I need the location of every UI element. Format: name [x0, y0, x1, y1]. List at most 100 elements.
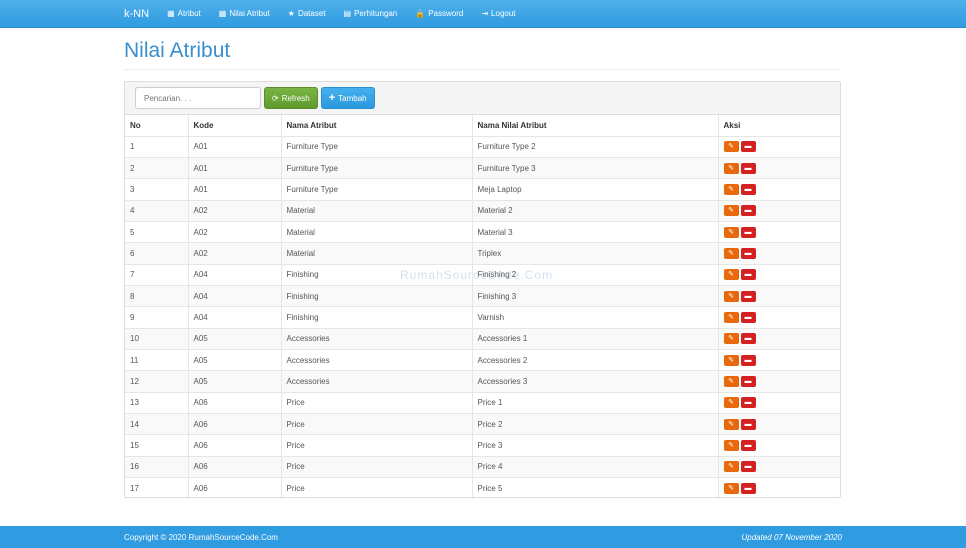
table-cell: 15: [125, 434, 188, 457]
edit-button[interactable]: ✎: [723, 461, 739, 473]
table-cell: Material 3: [471, 220, 718, 243]
edit-button[interactable]: ✎: [723, 226, 739, 238]
table-cell: A01: [187, 156, 281, 179]
delete-button[interactable]: ▬: [740, 162, 756, 174]
delete-button[interactable]: ▬: [740, 482, 756, 494]
column-header: Kode: [187, 115, 281, 136]
delete-button[interactable]: ▬: [740, 418, 756, 430]
table-cell: Furniture Type 2: [471, 135, 718, 158]
table-cell: 14: [125, 412, 188, 435]
table-row: 16 A06 Price Price 4 ✎ ▬: [125, 455, 840, 478]
table-cell: A06: [187, 391, 281, 414]
delete-button[interactable]: ▬: [740, 247, 756, 259]
table-cell: 4: [125, 199, 188, 222]
actions-cell: ✎ ▬: [717, 412, 840, 435]
edit-button[interactable]: ✎: [723, 183, 739, 195]
table-cell: A05: [187, 370, 281, 393]
edit-button[interactable]: ✎: [723, 333, 739, 345]
edit-icon: ✎: [728, 228, 734, 236]
edit-icon: ✎: [728, 399, 734, 407]
table-cell: 13: [125, 391, 188, 414]
nav-item-password[interactable]: 🔒 Password: [415, 9, 463, 18]
edit-icon: ✎: [728, 271, 734, 279]
actions-cell: ✎ ▬: [717, 476, 840, 499]
table-row: 12 A05 Accessories Accessories 3 ✎ ▬: [125, 370, 840, 393]
nav-item-perhitungan[interactable]: ▤ Perhitungan: [344, 9, 398, 18]
table-row: 17 A06 Price Price 5 ✎ ▬: [125, 476, 840, 499]
nav-label: Dataset: [297, 9, 326, 18]
add-label: Tambah: [338, 93, 367, 103]
delete-button[interactable]: ▬: [740, 439, 756, 451]
delete-button[interactable]: ▬: [740, 375, 756, 387]
delete-button[interactable]: ▬: [740, 290, 756, 302]
edit-button[interactable]: ✎: [723, 482, 739, 494]
table-row: 14 A06 Price Price 2 ✎ ▬: [125, 412, 840, 435]
nav-item-atribut[interactable]: ▦ Atribut: [167, 9, 201, 18]
delete-button[interactable]: ▬: [740, 333, 756, 345]
edit-button[interactable]: ✎: [723, 354, 739, 366]
delete-button[interactable]: ▬: [740, 141, 756, 153]
edit-icon: ✎: [728, 377, 734, 385]
edit-button[interactable]: ✎: [723, 375, 739, 387]
trash-icon: ▬: [744, 441, 752, 449]
table-cell: Material 2: [471, 199, 718, 222]
table-cell: Furniture Type: [280, 135, 472, 158]
nav-item-logout[interactable]: ⇥ Logout: [481, 9, 515, 18]
edit-icon: ✎: [728, 164, 734, 172]
nav-item-dataset[interactable]: ★ Dataset: [288, 9, 326, 18]
edit-button[interactable]: ✎: [723, 418, 739, 430]
nav-item-nilai-atribut[interactable]: ▦ Nilai Atribut: [219, 9, 270, 18]
column-header: No: [130, 120, 141, 130]
delete-button[interactable]: ▬: [740, 354, 756, 366]
edit-button[interactable]: ✎: [723, 311, 739, 323]
search-input[interactable]: [135, 87, 261, 109]
table-cell: 6: [125, 242, 188, 265]
edit-icon: ✎: [728, 463, 734, 471]
table-cell: Meja Laptop: [471, 178, 718, 201]
edit-icon: ✎: [728, 420, 734, 428]
table-cell: A05: [187, 327, 281, 350]
edit-button[interactable]: ✎: [723, 141, 739, 153]
delete-button[interactable]: ▬: [740, 461, 756, 473]
table-cell: A05: [187, 348, 281, 371]
add-button[interactable]: + Tambah: [320, 87, 375, 109]
table-row: 10 A05 Accessories Accessories 1 ✎ ▬: [125, 327, 840, 350]
plus-icon: +: [328, 92, 336, 104]
delete-button[interactable]: ▬: [740, 269, 756, 281]
table-cell: Price 3: [471, 434, 718, 457]
table-cell: A06: [187, 476, 281, 499]
table-row: 13 A06 Price Price 1 ✎ ▬: [125, 391, 840, 414]
refresh-button[interactable]: ⟳ Refresh: [264, 87, 318, 109]
table-row: 8 A04 Finishing Finishing 3 ✎ ▬: [125, 284, 840, 307]
table-cell: A04: [187, 284, 281, 307]
table-cell: Material: [280, 242, 472, 265]
edit-button[interactable]: ✎: [723, 162, 739, 174]
table-cell: Furniture Type 3: [471, 156, 718, 179]
brand[interactable]: k-NN: [124, 8, 149, 20]
delete-button[interactable]: ▬: [740, 183, 756, 195]
edit-button[interactable]: ✎: [723, 290, 739, 302]
edit-button[interactable]: ✎: [723, 439, 739, 451]
table-cell: 16: [125, 455, 188, 478]
trash-icon: ▬: [744, 292, 752, 300]
table-cell: Finishing: [280, 306, 472, 329]
actions-cell: ✎ ▬: [717, 455, 840, 478]
actions-cell: ✎ ▬: [717, 370, 840, 393]
trash-icon: ▬: [744, 185, 752, 193]
edit-icon: ✎: [728, 484, 734, 492]
delete-button[interactable]: ▬: [740, 397, 756, 409]
delete-button[interactable]: ▬: [740, 311, 756, 323]
edit-button[interactable]: ✎: [723, 397, 739, 409]
refresh-label: Refresh: [281, 93, 310, 103]
delete-button[interactable]: ▬: [740, 226, 756, 238]
edit-button[interactable]: ✎: [723, 247, 739, 259]
edit-button[interactable]: ✎: [723, 205, 739, 217]
actions-cell: ✎ ▬: [717, 327, 840, 350]
table-cell: Accessories: [280, 327, 472, 350]
column-header: Nama Nilai Atribut: [471, 115, 718, 136]
copyright: Copyright © 2020 RumahSourceCode.Com: [124, 532, 278, 542]
trash-icon: ▬: [744, 271, 752, 279]
delete-button[interactable]: ▬: [740, 205, 756, 217]
edit-button[interactable]: ✎: [723, 269, 739, 281]
table-cell: Finishing: [280, 284, 472, 307]
